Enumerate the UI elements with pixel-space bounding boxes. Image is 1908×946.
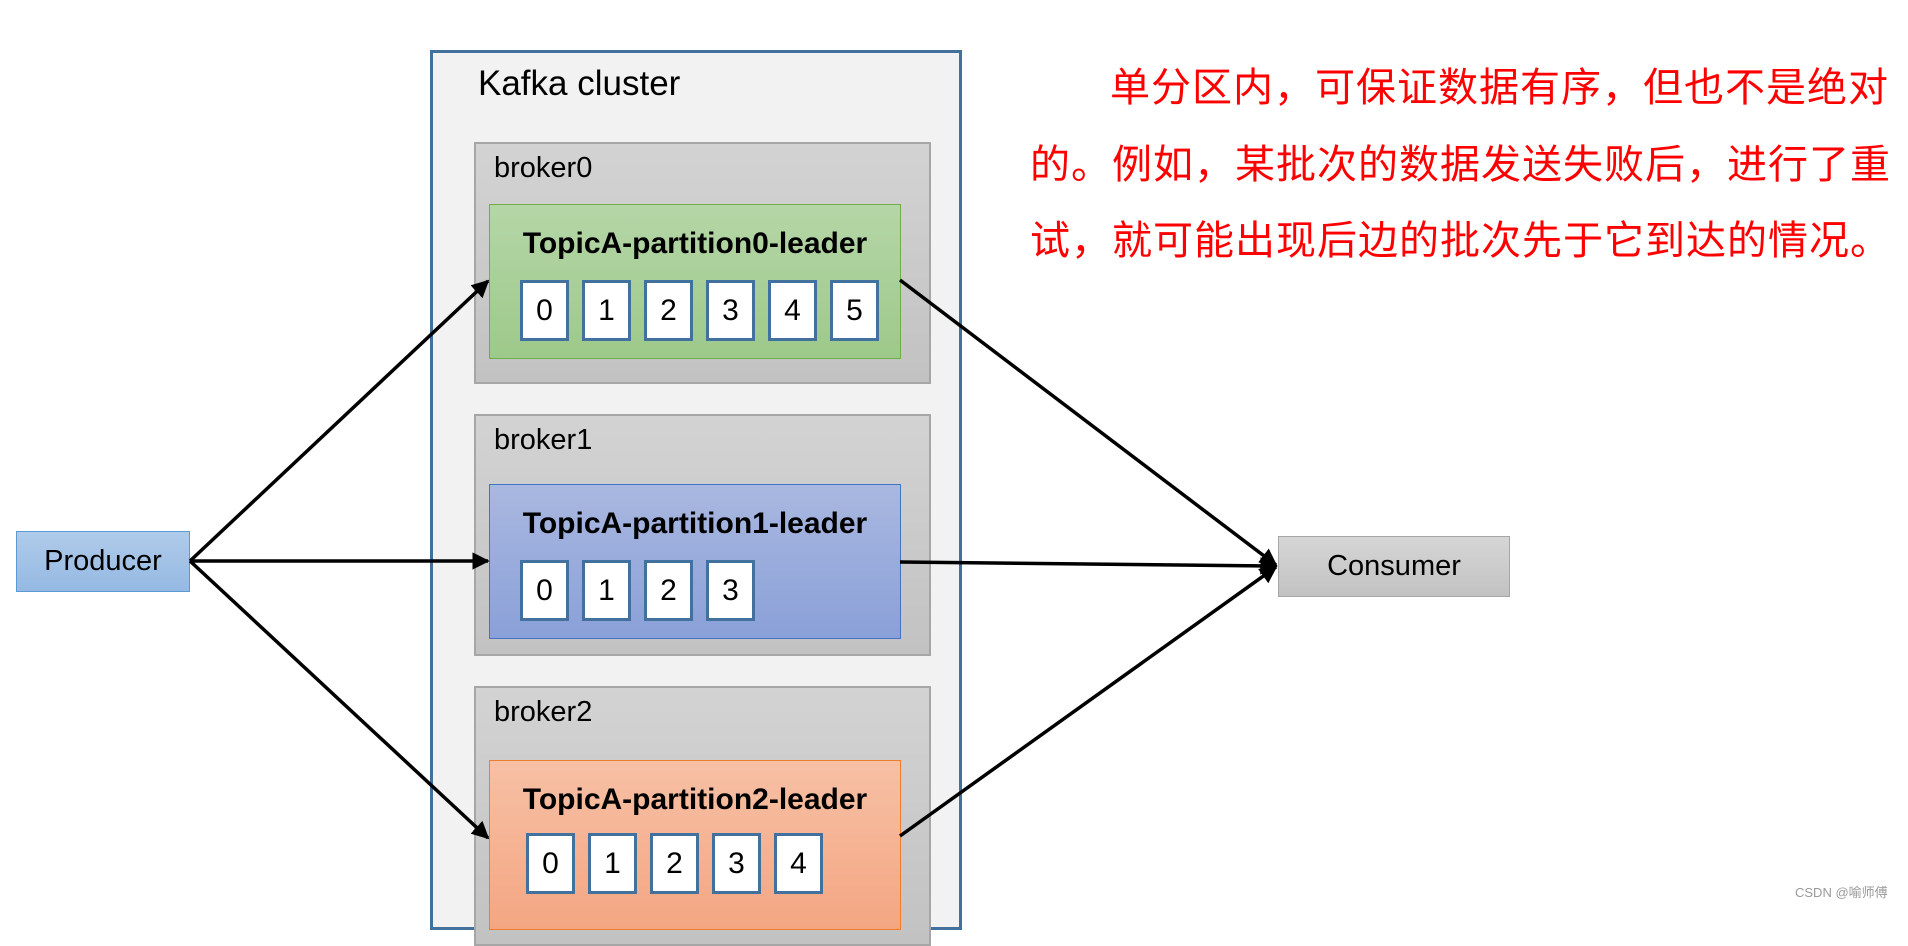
arrow-producer-to-partition0 [188,279,490,563]
arrow-producer-to-partition2 [188,559,490,840]
arrow-partition1-to-consumer [899,557,1278,575]
arrow-partition2-to-consumer [898,565,1278,838]
explanation-note: 单分区内，可保证数据有序，但也不是绝对的。例如，某批次的数据发送失败后，进行了重… [1030,65,1891,264]
watermark: CSDN @喻师傅 [1795,885,1888,900]
arrow-partition0-to-consumer [898,278,1278,567]
